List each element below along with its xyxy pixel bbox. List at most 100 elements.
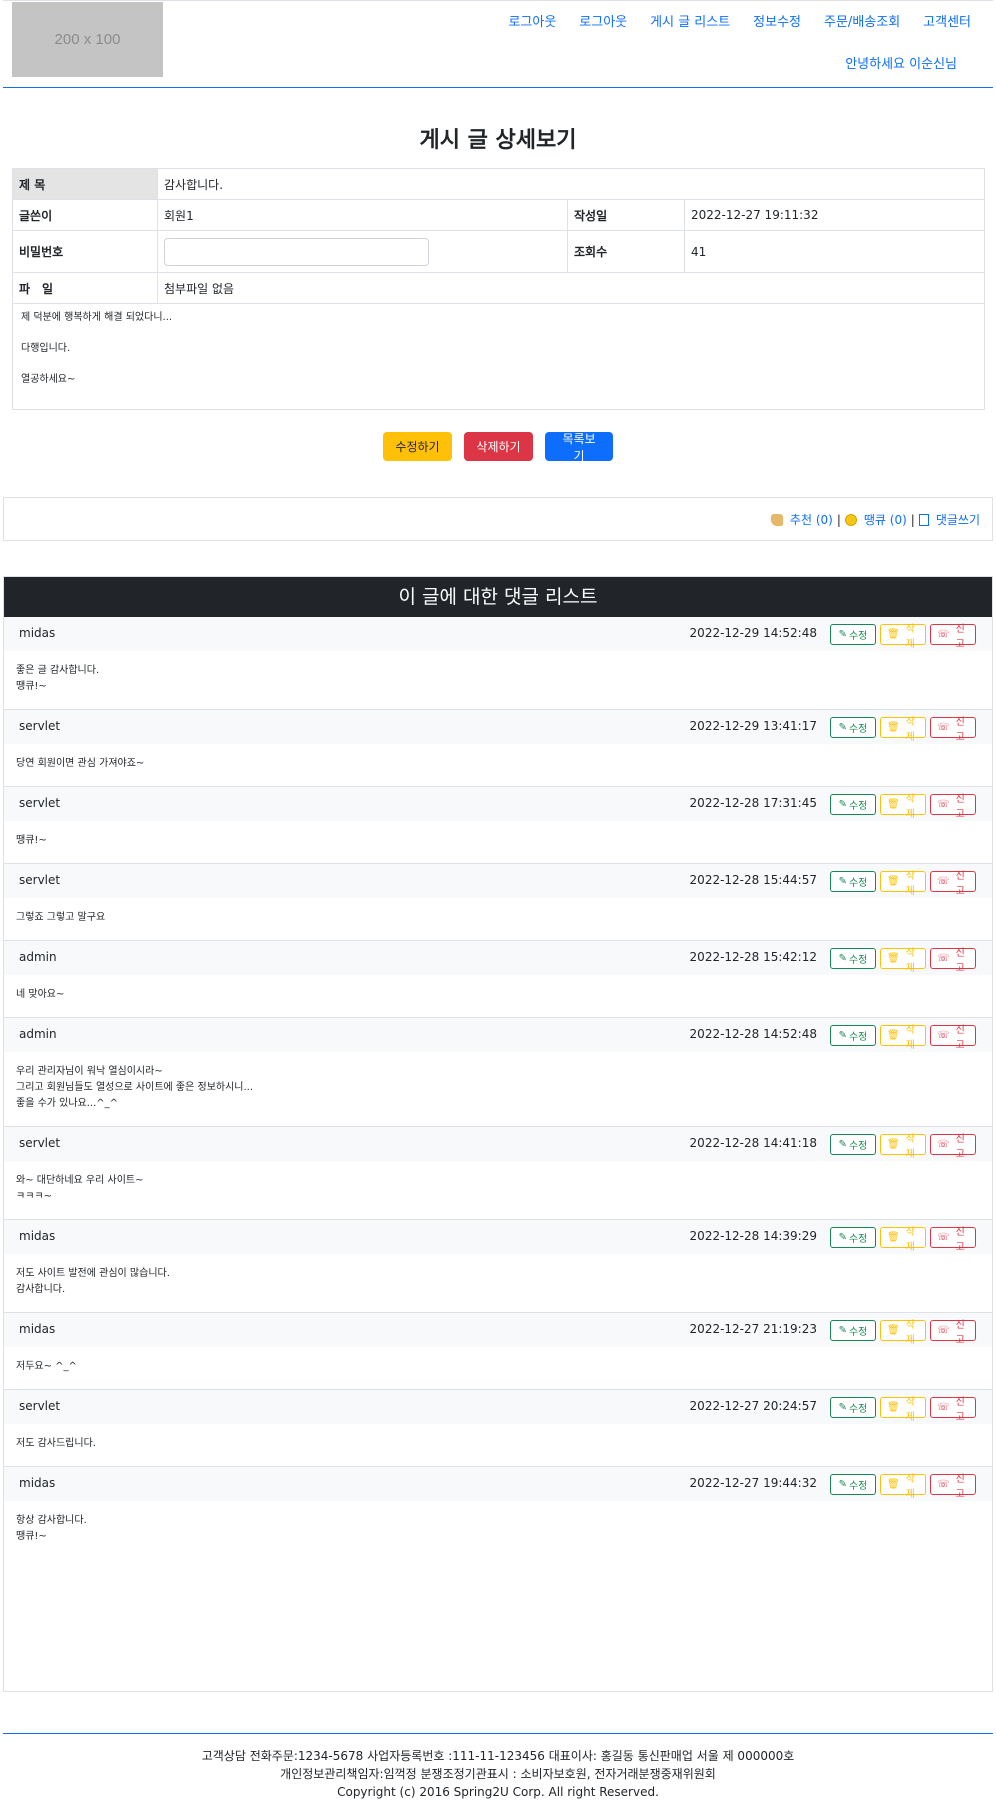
comment-edit-button[interactable]: ✎ 수정 <box>830 1320 876 1341</box>
comment-item: servlet 2022-12-28 15:44:57 ✎ 수정 🗑 삭제 ☏ 신고 … <box>4 864 992 941</box>
trash-icon: 🗑 <box>887 953 900 964</box>
comment-edit-button[interactable]: ✎ 수정 <box>830 1227 876 1248</box>
nav-board-list[interactable]: 게시 글 리스트 <box>650 11 730 30</box>
comment-report-label: 신고 <box>955 793 965 820</box>
logo-placeholder[interactable]: 200 x 100 <box>12 2 163 77</box>
comment-delete-button[interactable]: 🗑 삭제 <box>880 948 926 974</box>
edit-icon: ✎ <box>838 1232 847 1243</box>
comment-edit-button[interactable]: ✎ 수정 <box>830 948 876 969</box>
edit-icon: ✎ <box>838 876 847 887</box>
comment-edit-label: 수정 <box>848 955 868 966</box>
password-cell <box>157 230 568 273</box>
comment-delete-button[interactable]: 🗑 삭제 <box>880 1025 926 1051</box>
comment-delete-label: 삭제 <box>905 793 915 820</box>
comment-delete-button[interactable]: 🗑 삭제 <box>880 1134 926 1160</box>
comment-text: 그렇죠 그렇고 말구요 <box>16 912 106 923</box>
phone-icon: ☏ <box>937 876 950 887</box>
comment-item: servlet 2022-12-28 14:41:18 ✎ 수정 🗑 삭제 ☏ 신고 … <box>4 1127 992 1220</box>
comment-report-button[interactable]: ☏ 신고 <box>930 717 976 743</box>
comment-text: 저도 감사드립니다. <box>16 1438 96 1449</box>
nav-customer-center[interactable]: 고객센터 <box>923 11 971 30</box>
comment-edit-button[interactable]: ✎ 수정 <box>830 717 876 738</box>
comment-edit-button[interactable]: ✎ 수정 <box>830 1474 876 1495</box>
comment-header: midas 2022-12-27 19:44:32 ✎ 수정 🗑 삭제 ☏ 신고 <box>4 1467 992 1501</box>
comment-delete-label: 삭제 <box>905 1396 915 1423</box>
write-reply-link[interactable]: 댓글쓰기 <box>936 511 980 528</box>
comment-date: 2022-12-28 15:42:12 <box>689 950 817 964</box>
edit-icon: ✎ <box>838 1402 847 1413</box>
comment-date: 2022-12-28 17:31:45 <box>689 796 817 810</box>
phone-icon: ☏ <box>937 722 950 733</box>
comment-header: midas 2022-12-28 14:39:29 ✎ 수정 🗑 삭제 ☏ 신고 <box>4 1220 992 1254</box>
comment-report-button[interactable]: ☏ 신고 <box>930 1227 976 1253</box>
comment-delete-button[interactable]: 🗑 삭제 <box>880 1227 926 1253</box>
password-input[interactable] <box>164 237 429 266</box>
footer-contact: 고객상담 전화주문:1234-5678 사업자등록번호 :111-11-1234… <box>201 1749 795 1763</box>
nav-logout-1[interactable]: 로그아웃 <box>508 11 556 30</box>
comment-edit-button[interactable]: ✎ 수정 <box>830 1134 876 1155</box>
comment-report-label: 신고 <box>955 623 965 650</box>
comment-edit-label: 수정 <box>848 1032 868 1043</box>
phone-icon: ☏ <box>937 1402 950 1413</box>
delete-post-button[interactable]: 삭제하기 <box>464 432 533 461</box>
password-label: 비밀번호 <box>12 230 158 273</box>
file-label: 파 일 <box>12 272 158 304</box>
comment-author: servlet <box>19 1136 61 1150</box>
comment-delete-button[interactable]: 🗑 삭제 <box>880 1397 926 1423</box>
edit-post-button[interactable]: 수정하기 <box>383 432 452 461</box>
comment-report-label: 신고 <box>955 1226 965 1253</box>
comment-delete-button[interactable]: 🗑 삭제 <box>880 794 926 820</box>
comment-edit-label: 수정 <box>848 1327 868 1338</box>
comment-report-button[interactable]: ☏ 신고 <box>930 1474 976 1500</box>
comment-date: 2022-12-29 13:41:17 <box>689 719 817 733</box>
comment-date: 2022-12-27 20:24:57 <box>689 1399 817 1413</box>
comment-delete-label: 삭제 <box>905 1024 915 1051</box>
comment-delete-button[interactable]: 🗑 삭제 <box>880 1474 926 1500</box>
trash-icon: 🗑 <box>887 1402 900 1413</box>
comment-delete-button[interactable]: 🗑 삭제 <box>880 717 926 743</box>
comment-edit-button[interactable]: ✎ 수정 <box>830 1025 876 1046</box>
recommend-link[interactable]: 추천 (0) <box>790 511 833 528</box>
nav-logout-2[interactable]: 로그아웃 <box>579 11 627 30</box>
comment-item: servlet 2022-12-27 20:24:57 ✎ 수정 🗑 삭제 ☏ 신고 … <box>4 1390 992 1467</box>
phone-icon: ☏ <box>937 1139 950 1150</box>
comment-report-button[interactable]: ☏ 신고 <box>930 624 976 650</box>
comment-delete-button[interactable]: 🗑 삭제 <box>880 624 926 650</box>
recommend-box: 추천 (0) | 땡큐 (0) | 댓글쓰기 <box>3 497 993 541</box>
comment-header: servlet 2022-12-28 14:41:18 ✎ 수정 🗑 삭제 ☏ 신고 <box>4 1127 992 1161</box>
comment-edit-button[interactable]: ✎ 수정 <box>830 871 876 892</box>
nav-orders[interactable]: 주문/배송조회 <box>824 11 900 30</box>
list-button[interactable]: 목록보기 <box>545 432 613 463</box>
comment-report-button[interactable]: ☏ 신고 <box>930 1320 976 1346</box>
separator: | <box>836 512 841 527</box>
views-value: 41 <box>683 230 986 273</box>
user-greeting: 안녕하세요 이순신님 <box>845 57 957 72</box>
comment-date: 2022-12-28 15:44:57 <box>689 873 817 887</box>
comment-report-button[interactable]: ☏ 신고 <box>930 871 976 897</box>
comment-edit-button[interactable]: ✎ 수정 <box>830 624 876 645</box>
comment-author: admin <box>19 950 57 964</box>
document-icon <box>918 513 929 526</box>
comment-delete-button[interactable]: 🗑 삭제 <box>880 871 926 897</box>
comment-text: 저도 사이트 발전에 관심이 많습니다. 감사합니다. <box>16 1268 170 1295</box>
comment-actions: ✎ 수정 🗑 삭제 ☏ 신고 <box>830 794 976 820</box>
comment-report-button[interactable]: ☏ 신고 <box>930 1025 976 1051</box>
comment-report-label: 신고 <box>955 1473 965 1500</box>
comment-report-button[interactable]: ☏ 신고 <box>930 794 976 820</box>
comment-author: midas <box>19 1476 56 1490</box>
thanks-link[interactable]: 땡큐 (0) <box>864 511 907 528</box>
comment-text: 우리 관리자님이 워낙 열심이시라~ 그리고 회원님들도 열성으로 사이트에 좋… <box>16 1066 254 1109</box>
comment-edit-label: 수정 <box>848 1141 868 1152</box>
comment-text: 네 맞아요~ <box>16 989 65 1000</box>
comment-report-button[interactable]: ☏ 신고 <box>930 1397 976 1423</box>
comment-delete-button[interactable]: 🗑 삭제 <box>880 1320 926 1346</box>
nav-edit-info[interactable]: 정보수정 <box>753 11 801 30</box>
recommend-links: 추천 (0) | 땡큐 (0) | 댓글쓰기 <box>770 511 980 528</box>
edit-icon: ✎ <box>838 953 847 964</box>
comment-edit-button[interactable]: ✎ 수정 <box>830 1397 876 1418</box>
comment-author: midas <box>19 1229 56 1243</box>
comment-item: servlet 2022-12-29 13:41:17 ✎ 수정 🗑 삭제 ☏ 신고 … <box>4 710 992 787</box>
comment-report-button[interactable]: ☏ 신고 <box>930 948 976 974</box>
comment-edit-button[interactable]: ✎ 수정 <box>830 794 876 815</box>
comment-report-button[interactable]: ☏ 신고 <box>930 1134 976 1160</box>
